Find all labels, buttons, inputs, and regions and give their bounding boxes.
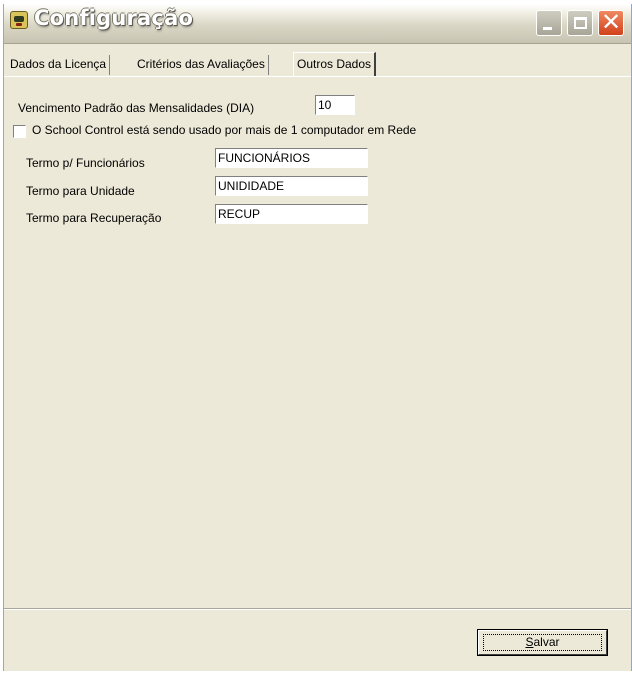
term-recovery-label: Termo para Recuperação: [26, 211, 162, 225]
due-day-label: Vencimento Padrão das Mensalidades (DIA): [18, 101, 255, 115]
save-button[interactable]: Salvar: [477, 629, 608, 656]
footer-separator-highlight: [4, 609, 631, 610]
term-unit-label: Termo para Unidade: [26, 184, 135, 198]
close-icon: ✕: [600, 8, 622, 36]
maximize-button[interactable]: [567, 10, 593, 36]
tab-outros-dados[interactable]: Outros Dados: [293, 52, 377, 77]
maximize-icon: [574, 17, 587, 29]
network-checkbox[interactable]: [13, 125, 26, 138]
term-employees-label: Termo p/ Funcionários: [26, 156, 145, 170]
term-recovery-input[interactable]: RECUP: [215, 204, 368, 224]
tab-dados-licenca[interactable]: Dados da Licença: [7, 55, 111, 75]
term-unit-input[interactable]: UNIDIDADE: [215, 176, 368, 196]
focus-rect: [483, 634, 602, 651]
app-icon: [10, 11, 28, 29]
network-checkbox-label[interactable]: O School Control está sendo usado por ma…: [32, 123, 416, 137]
minimize-icon: [543, 27, 552, 30]
tab-criterios-avaliacoes[interactable]: Critérios das Avaliações: [134, 55, 269, 75]
due-day-input[interactable]: 10: [315, 95, 355, 115]
window-title: Configuração: [34, 6, 194, 30]
close-button[interactable]: ✕: [598, 8, 624, 36]
term-employees-input[interactable]: FUNCIONÁRIOS: [215, 148, 368, 168]
tab-panel-border: [4, 76, 631, 77]
title-bar[interactable]: Configuração ✕: [4, 4, 631, 44]
minimize-button[interactable]: [536, 10, 562, 36]
config-window: Configuração ✕ Dados da Licença Critério…: [3, 4, 632, 671]
